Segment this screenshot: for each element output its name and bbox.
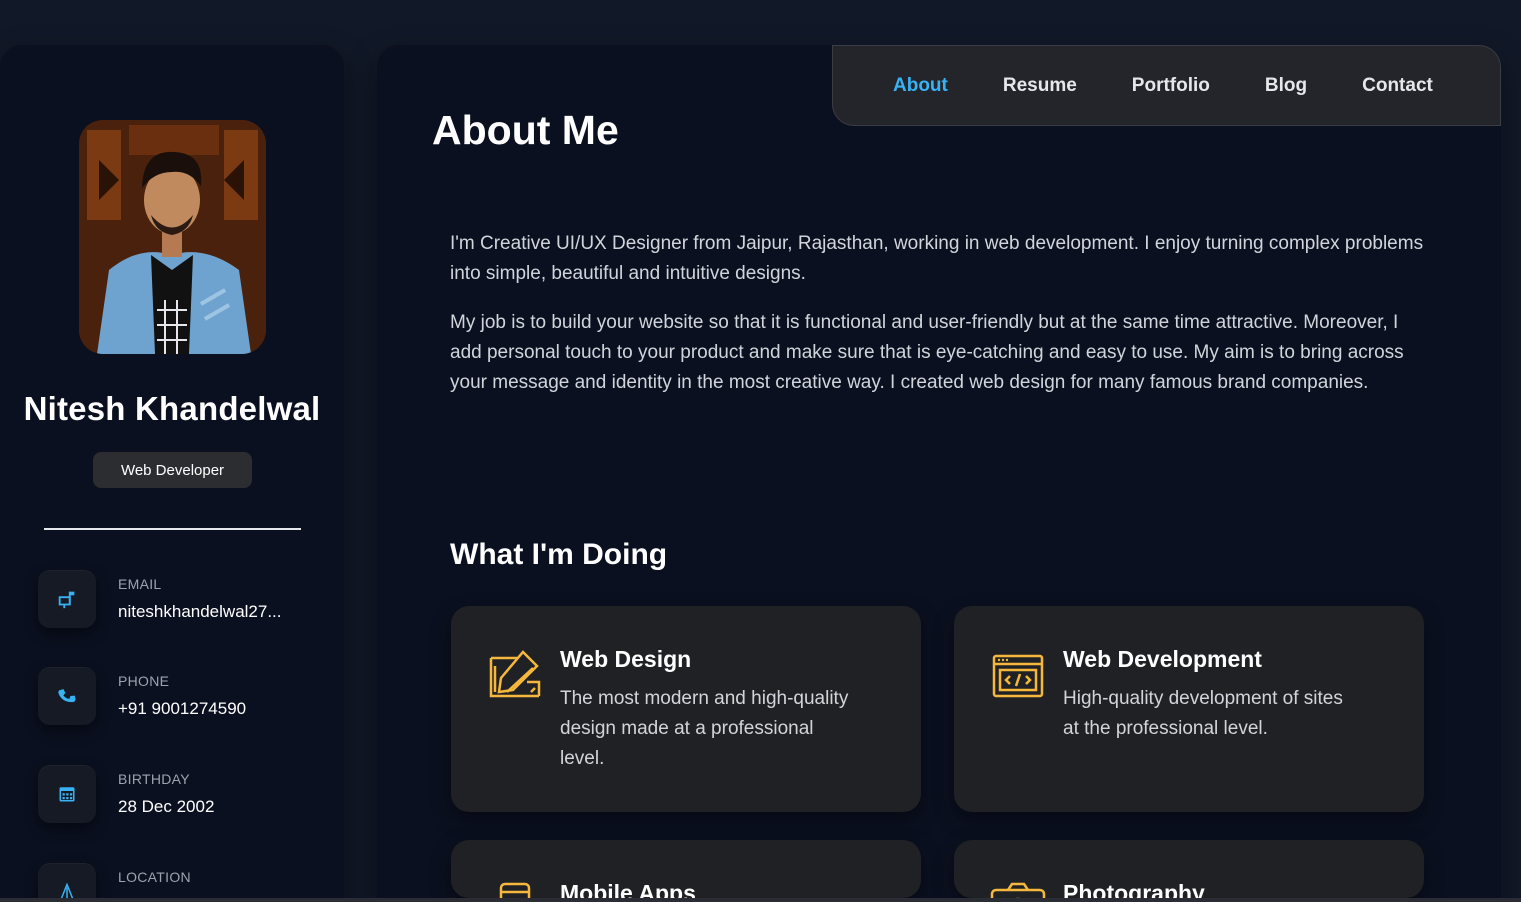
phone-label: PHONE [118,673,170,689]
email-label: EMAIL [118,576,162,592]
mail-icon [38,570,96,628]
about-paragraph-2: My job is to build your website so that … [450,312,1404,393]
avatar-photo [79,120,266,354]
service-card-web-design: Web Design The most modern and high-qual… [451,606,921,812]
phone-link[interactable]: +91 9001274590 [118,699,318,719]
email-link[interactable]: niteshkhandelwal27... [118,602,318,622]
design-icon [489,650,541,698]
bottom-scroll-edge [0,898,1521,902]
service-desc: High-quality development of sites at the… [1063,688,1343,739]
birthday-label: BIRTHDAY [118,771,190,787]
service-title: Mobile Apps [560,880,696,898]
calendar-icon [38,765,96,823]
page-title: About Me [432,107,619,153]
service-card-photography: Photography [954,840,1424,898]
service-title: Web Design [560,646,692,672]
camera-icon [990,882,1046,898]
separator [44,528,301,530]
profile-sidebar: Nitesh Khandelwal Web Developer EMAIL ni… [0,45,344,902]
contact-birthday: BIRTHDAY 28 Dec 2002 [38,765,328,825]
nav-about[interactable]: About [893,75,948,97]
service-desc: The most modern and high-quality design … [560,688,849,769]
phone-icon [38,667,96,725]
location-label: LOCATION [118,869,191,885]
service-title: Web Development [1063,646,1262,672]
contact-phone: PHONE +91 9001274590 [38,667,328,727]
nav-portfolio[interactable]: Portfolio [1132,75,1210,97]
code-icon [992,654,1044,698]
service-title: Photography [1063,880,1205,898]
role-badge: Web Developer [93,452,252,488]
navbar: About Resume Portfolio Blog Contact [832,45,1501,126]
avatar [79,120,266,354]
service-card-web-development: Web Development High-quality development… [954,606,1424,812]
birthday-value: 28 Dec 2002 [118,797,215,816]
contact-location: LOCATION [38,863,328,902]
nav-contact[interactable]: Contact [1362,75,1433,97]
location-icon [38,863,96,902]
nav-resume[interactable]: Resume [1003,75,1077,97]
about-paragraph-1: I'm Creative UI/UX Designer from Jaipur,… [450,233,1424,284]
mobile-icon [499,882,531,898]
services-title: What I'm Doing [450,538,668,571]
contact-email: EMAIL niteshkhandelwal27... [38,570,328,630]
profile-name: Nitesh Khandelwal [23,390,321,427]
service-card-mobile-apps: Mobile Apps [451,840,921,898]
nav-blog[interactable]: Blog [1265,75,1307,97]
